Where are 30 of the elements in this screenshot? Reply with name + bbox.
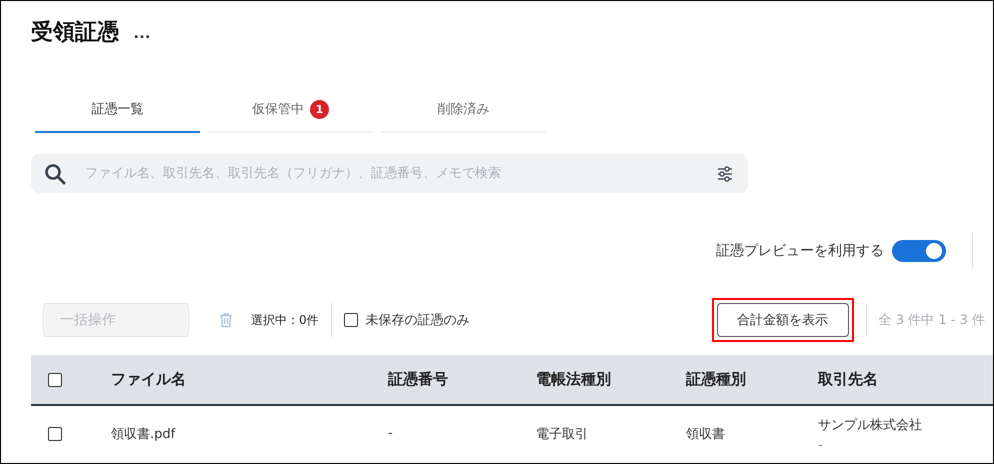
checkbox[interactable]	[344, 313, 358, 327]
toggle-switch[interactable]	[892, 240, 946, 262]
show-total-button[interactable]: 合計金額を表示	[716, 303, 849, 337]
page-title: 受領証憑	[31, 19, 119, 47]
table-cell: -	[818, 438, 823, 453]
table-cell-text: サンプル株式会社	[818, 417, 922, 434]
table-cell: -	[388, 426, 393, 441]
count-badge: 1	[310, 100, 329, 118]
search-icon	[43, 162, 67, 186]
tab[interactable]: 削除済み	[381, 95, 546, 133]
checkbox-label: 未保存の証憑のみ	[366, 312, 470, 329]
pagination-text: 全 3 件中 1 - 3 件	[878, 312, 985, 329]
column-header: 取引先名	[818, 370, 879, 389]
checkbox[interactable]	[48, 372, 62, 386]
search-input[interactable]: ファイル名、取引先名、取引先名（フリガナ）、証憑番号、メモで検索	[83, 165, 716, 182]
search-field[interactable]: ファイル名、取引先名、取引先名（フリガナ）、証憑番号、メモで検索	[31, 154, 748, 193]
tab[interactable]: 証憑一覧	[35, 95, 200, 133]
selection-count: 選択中：0件	[251, 312, 319, 328]
toggle-label: 証憑プレビューを利用する	[716, 242, 884, 260]
column-header: 電帳法種別	[536, 370, 612, 389]
tab[interactable]: 仮保管中 1	[208, 95, 373, 133]
column-header: ファイル名	[111, 370, 187, 389]
column-header: 証憑番号	[388, 370, 449, 389]
table-cell-text: 領収書	[686, 426, 725, 442]
column-header: 証憑種別	[686, 370, 747, 389]
table-cell-text: 領収書.pdf	[111, 426, 176, 442]
more-button[interactable]: …	[129, 22, 155, 42]
checkbox[interactable]	[48, 426, 62, 440]
filter-icon[interactable]	[716, 164, 734, 182]
table-cell-text: 電子取引	[536, 426, 588, 442]
